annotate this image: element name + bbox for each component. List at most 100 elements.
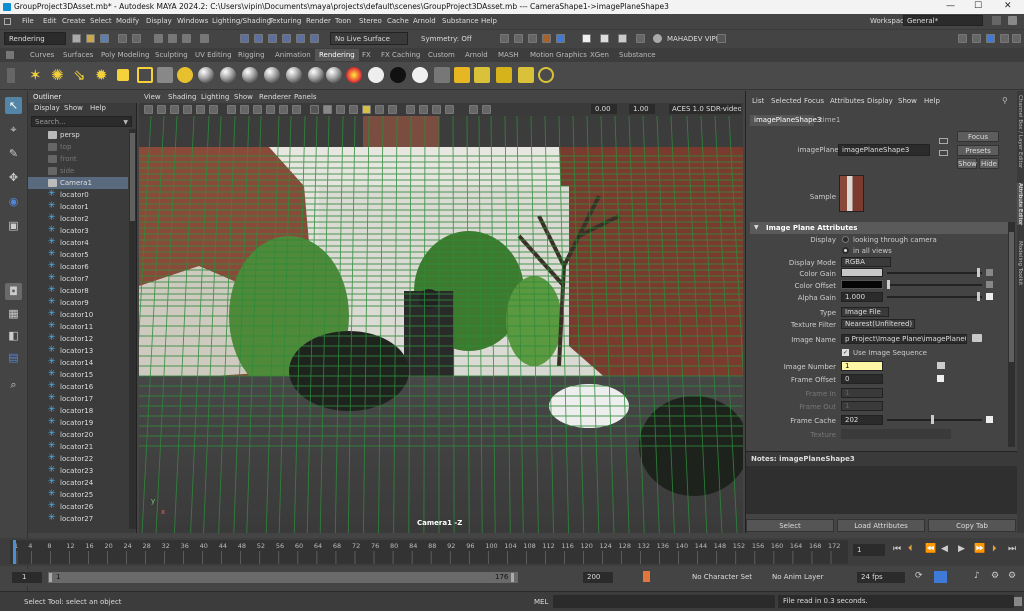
output-connection-icon[interactable] (939, 150, 948, 156)
tab-mash[interactable]: MASH (498, 51, 519, 59)
tab-xgen[interactable]: XGen (590, 51, 609, 59)
symmetry-label[interactable]: Symmetry: Off (421, 35, 472, 43)
wireframe-on-shaded-icon[interactable] (336, 105, 345, 114)
loop-icon[interactable]: ⟳ (915, 571, 923, 581)
display-mode-dropdown[interactable]: RGBA (841, 257, 891, 267)
step-forward-frame-icon[interactable]: ⏩ (974, 544, 985, 554)
open-scene-icon[interactable] (86, 34, 95, 43)
menu-substance[interactable]: Substance (442, 17, 479, 25)
menu-modify[interactable]: Modify (116, 17, 139, 25)
search-dropdown-icon[interactable]: ▼ (123, 119, 128, 126)
notifications-icon[interactable] (717, 34, 726, 43)
menu-create[interactable]: Create (62, 17, 85, 25)
scene-end-field[interactable]: 200 (583, 572, 613, 583)
outliner-item[interactable]: ✳ locator19 (28, 417, 128, 429)
load-attributes-button[interactable]: Load Attributes (837, 519, 925, 532)
tab-animation[interactable]: Animation (275, 51, 311, 59)
outliner-item[interactable]: ✳ locator21 (28, 441, 128, 453)
outliner-menu-display[interactable]: Display (34, 104, 60, 112)
tab-fx-caching[interactable]: FX Caching (381, 51, 420, 59)
auto-key-icon[interactable] (643, 571, 650, 582)
outliner-item[interactable]: ✳ locator15 (28, 369, 128, 381)
tab-arnold[interactable]: Arnold (465, 51, 488, 59)
tab-poly-modeling[interactable]: Poly Modeling (101, 51, 149, 59)
lambert-shader-icon[interactable] (220, 67, 236, 83)
ambient-occlusion-icon[interactable] (388, 105, 397, 114)
focus-button[interactable]: Focus (957, 131, 999, 142)
hide-button[interactable]: Hide (979, 158, 999, 169)
grid-icon[interactable] (227, 105, 236, 114)
select-component-icon[interactable] (182, 34, 191, 43)
radio-looking-through-camera[interactable] (842, 236, 849, 243)
outliner-scroll-thumb[interactable] (130, 133, 135, 221)
camera-light-icon[interactable] (157, 67, 173, 83)
phong-shader-icon[interactable] (242, 67, 258, 83)
batch-render-icon[interactable] (496, 67, 512, 83)
section-collapse-icon[interactable]: ▼ (754, 224, 759, 231)
outliner-item[interactable]: ✳ locator25 (28, 489, 128, 501)
single-perspective-layout-icon[interactable]: ◘ (5, 283, 22, 300)
four-view-layout-icon[interactable]: ▦ (5, 305, 22, 322)
outliner-item[interactable]: ✳ locator27 (28, 513, 128, 525)
color-offset-slider[interactable] (887, 284, 982, 286)
phonge-shader-icon[interactable] (264, 67, 280, 83)
outliner-item[interactable]: ✳ locator2 (28, 213, 128, 225)
ae-menu-focus[interactable]: Focus (804, 97, 824, 105)
step-forward-key-icon[interactable]: ⏵ (992, 544, 997, 554)
type-dropdown[interactable]: Image File (841, 307, 889, 317)
ae-select-button[interactable]: Select (746, 519, 834, 532)
outliner-item[interactable]: ✳ locator12 (28, 333, 128, 345)
step-back-frame-icon[interactable]: ⏪ (925, 544, 936, 554)
ae-scroll-thumb[interactable] (1009, 232, 1014, 362)
tab-substance[interactable]: Substance (619, 51, 656, 59)
shelf-settings-icon[interactable] (6, 51, 14, 59)
menu-icon[interactable] (4, 18, 11, 25)
anim-prefs-icon[interactable]: ⚙ (991, 571, 999, 581)
color-gain-slider[interactable] (887, 272, 982, 274)
camera-viewport[interactable]: y x Camera1 -Z (139, 116, 743, 533)
workspace-lock-icon[interactable] (992, 16, 1001, 25)
ae-menu-selected[interactable]: Selected (771, 97, 801, 105)
tab-time1[interactable]: time1 (820, 116, 840, 124)
alpha-gain-slider[interactable] (887, 296, 982, 298)
alpha-gain-field[interactable]: 1.000 (841, 292, 883, 302)
frame-offset-field[interactable]: 0 (841, 374, 883, 384)
outliner-scrollbar[interactable] (129, 129, 136, 529)
side-tab-attribute-editor[interactable]: Attribute Editor (1017, 183, 1023, 226)
minimize-icon[interactable]: — (946, 1, 955, 11)
menu-arnold[interactable]: Arnold (413, 17, 436, 25)
smooth-shade-icon[interactable] (323, 105, 332, 114)
scale-tool-icon[interactable]: ▣ (5, 217, 22, 234)
outliner-item[interactable]: ✳ locator0 (28, 189, 128, 201)
audio-icon[interactable]: ♪ (974, 571, 980, 581)
live-surface-dropdown[interactable]: No Live Surface (330, 32, 408, 45)
workspace-dropdown[interactable]: General* (903, 15, 983, 26)
image-plane-icon[interactable] (183, 105, 192, 114)
select-object-icon[interactable] (168, 34, 177, 43)
image-number-field[interactable]: 1 (841, 361, 883, 371)
viewport-menu-lighting[interactable]: Lighting (201, 93, 229, 101)
menu-select[interactable]: Select (90, 17, 112, 25)
menu-help[interactable]: Help (481, 17, 497, 25)
presets-button[interactable]: Presets (957, 145, 999, 156)
ambient-light-icon[interactable]: ✺ (51, 67, 67, 83)
use-all-lights-icon[interactable] (362, 105, 371, 114)
outliner-item[interactable]: top (28, 141, 128, 153)
tab-custom[interactable]: Custom (428, 51, 455, 59)
anim-layer-dropdown[interactable]: No Anim Layer (772, 572, 842, 583)
side-tab-modeling-toolkit[interactable]: Modeling Toolkit (1017, 241, 1023, 285)
input-connection-icon[interactable] (939, 138, 948, 144)
textured-icon[interactable] (349, 105, 358, 114)
tab-fx[interactable]: FX (362, 51, 371, 59)
ae-menu-help[interactable]: Help (924, 97, 940, 105)
outliner-item[interactable]: persp (28, 129, 128, 141)
arnold-ipr-icon[interactable] (600, 34, 609, 43)
ipr-shelf-icon[interactable] (474, 67, 490, 83)
menu-render[interactable]: Render (306, 17, 331, 25)
rotate-tool-icon[interactable]: ◉ (5, 193, 22, 210)
menu-windows[interactable]: Windows (177, 17, 208, 25)
step-back-key-icon[interactable]: ⏴ (908, 544, 913, 554)
select-tool-icon[interactable]: ↖ (5, 97, 22, 114)
directional-light-icon[interactable]: ⇘ (73, 67, 89, 83)
snap-grid-icon[interactable] (240, 34, 249, 43)
